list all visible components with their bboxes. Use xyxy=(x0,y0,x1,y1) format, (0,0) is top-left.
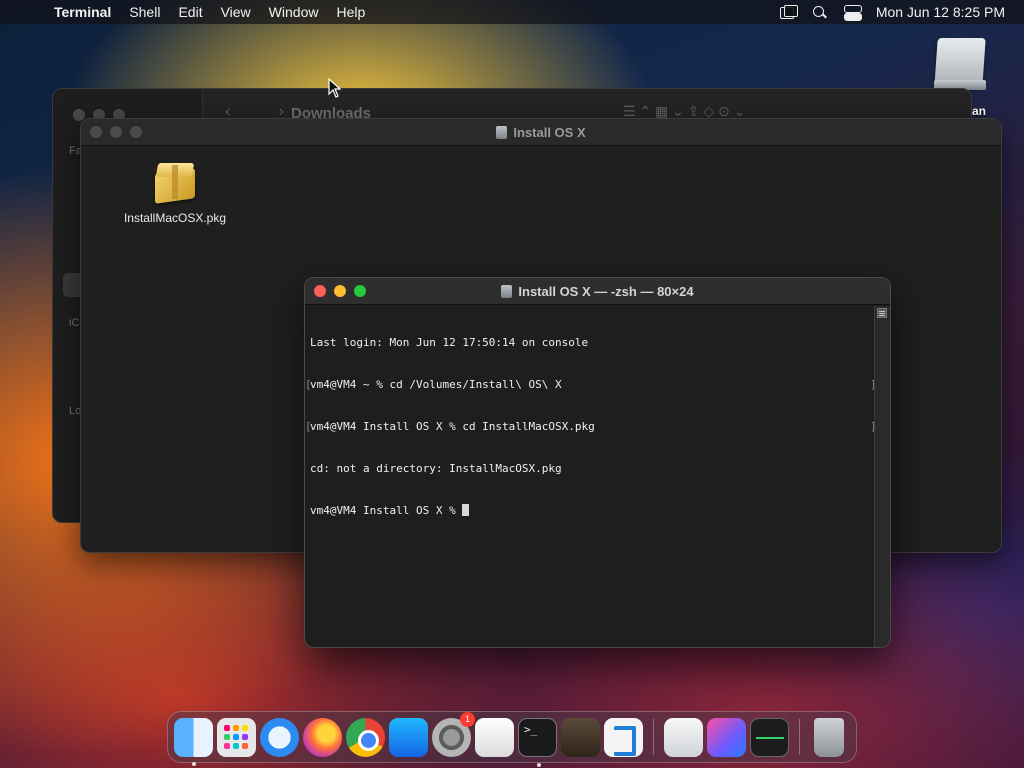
terminal-line-text: vm4@VM4 Install OS X % cd InstallMacOSX.… xyxy=(310,420,595,433)
terminal-line-text: vm4@VM4 ~ % cd /Volumes/Install\ OS\ X xyxy=(310,378,562,391)
menu-edit[interactable]: Edit xyxy=(169,4,211,20)
file-item-pkg[interactable]: InstallMacOSX.pkg xyxy=(111,159,239,225)
terminal-window[interactable]: Install OS X — -zsh — 80×24 Last login: … xyxy=(304,277,891,648)
dock-separator xyxy=(653,719,654,755)
menu-window[interactable]: Window xyxy=(260,4,328,20)
dock-vscode-icon[interactable] xyxy=(604,717,643,757)
dock-textedit-icon[interactable] xyxy=(475,717,514,757)
disk-icon xyxy=(496,126,508,139)
terminal-line: cd: not a directory: InstallMacOSX.pkg xyxy=(310,462,562,475)
scrollbar-marks-icon[interactable] xyxy=(877,308,887,318)
terminal-output[interactable]: Last login: Mon Jun 12 17:50:14 on conso… xyxy=(305,306,877,647)
finder-window-title: Install OS X xyxy=(81,125,1001,140)
package-tape xyxy=(172,165,178,199)
screen-mirroring-icon[interactable] xyxy=(779,5,798,19)
menu-help[interactable]: Help xyxy=(327,4,374,20)
menu-shell[interactable]: Shell xyxy=(120,4,169,20)
dock-launchpad-icon[interactable] xyxy=(217,717,256,757)
dock-terminal-icon[interactable] xyxy=(518,717,557,767)
finder-title-text: Install OS X xyxy=(513,125,586,140)
dock-system-settings-icon[interactable]: 1 xyxy=(432,711,475,757)
terminal-title-text: Install OS X — -zsh — 80×24 xyxy=(518,284,694,299)
notification-badge: 1 xyxy=(460,711,475,727)
dock: 1 xyxy=(167,711,857,767)
running-indicator xyxy=(192,761,196,766)
mark-bracket-icon: [ xyxy=(305,378,312,391)
desktop-disk-icon[interactable] xyxy=(932,36,988,92)
running-indicator xyxy=(537,762,541,767)
terminal-prompt: vm4@VM4 Install OS X % xyxy=(310,504,463,517)
desktop-disk-label[interactable]: an xyxy=(972,104,986,118)
menu-view[interactable]: View xyxy=(212,4,260,20)
menu-clock[interactable]: Mon Jun 12 8:25 PM xyxy=(876,4,1005,20)
dock-firefox-icon[interactable] xyxy=(303,717,342,757)
menu-bar: Terminal Shell Edit View Window Help Mon… xyxy=(0,0,1024,24)
spotlight-search-icon[interactable] xyxy=(812,5,828,19)
menu-status-area: Mon Jun 12 8:25 PM xyxy=(779,4,1024,21)
dock-finder-icon[interactable] xyxy=(174,717,213,766)
terminal-line: [vm4@VM4 Install OS X % cd InstallMacOSX… xyxy=(305,420,877,434)
package-icon[interactable] xyxy=(151,159,199,205)
dock-safari-icon[interactable] xyxy=(260,717,299,757)
dock-app-store-icon[interactable] xyxy=(389,717,428,757)
terminal-scrollbar[interactable] xyxy=(874,306,890,647)
finder-titlebar[interactable]: Install OS X xyxy=(81,119,1001,146)
dock-system-information-icon[interactable] xyxy=(664,717,703,757)
dock-shortcuts-icon[interactable] xyxy=(707,717,746,757)
file-name[interactable]: InstallMacOSX.pkg xyxy=(111,211,239,225)
control-center-icon[interactable] xyxy=(843,5,862,21)
terminal-prompt-line[interactable]: vm4@VM4 Install OS X % xyxy=(310,504,870,518)
terminal-titlebar[interactable]: Install OS X — -zsh — 80×24 xyxy=(305,278,890,305)
mark-bracket-icon: [ xyxy=(305,420,312,433)
dock-trash-icon[interactable] xyxy=(814,717,844,757)
text-cursor xyxy=(462,504,470,516)
terminal-line: [vm4@VM4 ~ % cd /Volumes/Install\ OS\ X] xyxy=(305,378,877,392)
sidebar-label-icloud: iC xyxy=(69,317,80,329)
menu-app-name[interactable]: Terminal xyxy=(54,4,120,20)
terminal-window-title: Install OS X — -zsh — 80×24 xyxy=(305,284,890,299)
dock-separator xyxy=(799,719,800,755)
terminal-line: Last login: Mon Jun 12 17:50:14 on conso… xyxy=(310,336,589,349)
dock-garageband-icon[interactable] xyxy=(561,717,600,757)
mouse-pointer-icon xyxy=(328,78,342,98)
dock-chrome-icon[interactable] xyxy=(346,717,385,757)
dock-activity-monitor-icon[interactable] xyxy=(750,717,789,757)
disk-icon xyxy=(501,285,513,298)
